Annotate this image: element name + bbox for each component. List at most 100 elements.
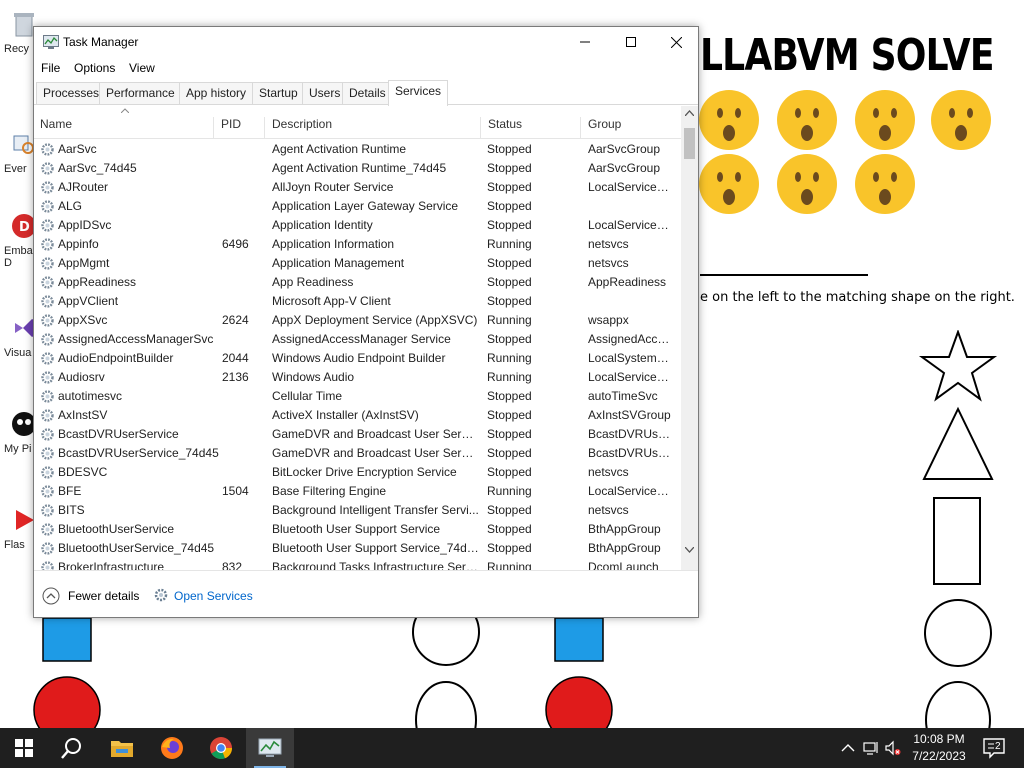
circle-shape[interactable]	[410, 618, 482, 668]
search-button[interactable]	[48, 728, 96, 768]
fewer-details-button[interactable]: Fewer details	[68, 589, 139, 603]
service-description: AppX Deployment Service (AppXSVC)	[272, 313, 478, 327]
service-group: wsappx	[588, 313, 629, 327]
table-row[interactable]: AudioEndpointBuilder 2044 Windows Audio En…	[34, 349, 682, 368]
service-status: Stopped	[487, 180, 532, 194]
windows-logo-icon	[15, 739, 33, 757]
table-row[interactable]: AJRouter AllJoyn Router Service Stopped Loc…	[34, 178, 682, 197]
close-button[interactable]	[653, 27, 699, 57]
tab-startup[interactable]: Startup	[252, 82, 305, 104]
services-gear-icon	[154, 588, 168, 602]
table-row[interactable]: BluetoothUserService Bluetooth User Suppo…	[34, 520, 682, 539]
vertical-scrollbar[interactable]	[681, 106, 698, 570]
service-status: Stopped	[487, 408, 532, 422]
table-row[interactable]: AppXSvc 2624 AppX Deployment Service (AppX…	[34, 311, 682, 330]
start-button[interactable]	[0, 728, 48, 768]
service-gear-icon	[40, 465, 55, 480]
tab-performance[interactable]: Performance	[99, 82, 182, 104]
service-name: BrokerInfrastructure	[58, 560, 165, 570]
service-gear-icon	[40, 484, 55, 499]
table-row[interactable]: BDESVC BitLocker Drive Encryption Service…	[34, 463, 682, 482]
system-clock[interactable]: 10:08 PM 7/22/2023	[906, 731, 972, 765]
table-row[interactable]: BluetoothUserService_74d45 Bluetooth User…	[34, 539, 682, 558]
table-row[interactable]: BFE 1504 Base Filtering Engine Running Local…	[34, 482, 682, 501]
chevron-up-icon[interactable]	[840, 740, 856, 756]
taskbar-task-manager[interactable]	[246, 728, 294, 768]
column-header-description[interactable]: Description	[266, 117, 481, 139]
table-row[interactable]: BcastDVRUserService_74d45 GameDVR and Bro…	[34, 444, 682, 463]
table-row[interactable]: AppIDSvc Application Identity Stopped Local…	[34, 216, 682, 235]
table-row[interactable]: Appinfo 6496 Application Information Runnin…	[34, 235, 682, 254]
table-row[interactable]: AarSvc_74d45 Agent Activation Runtime_74d…	[34, 159, 682, 178]
menu-file[interactable]: File	[41, 61, 60, 75]
service-gear-icon	[40, 560, 55, 570]
scroll-up-icon[interactable]	[685, 110, 694, 116]
table-row[interactable]: BrokerInfrastructure 832 Background Tasks …	[34, 558, 682, 570]
service-group: BthAppGroup	[588, 522, 661, 536]
service-name: AppIDSvc	[58, 218, 112, 232]
network-icon[interactable]	[863, 740, 879, 756]
tab-users[interactable]: Users	[302, 82, 348, 104]
service-group: BcastDVRUser...	[588, 446, 673, 460]
service-name: BDESVC	[58, 465, 108, 479]
taskbar-chrome[interactable]	[197, 728, 245, 768]
service-name: AarSvc	[58, 142, 97, 156]
scroll-down-icon[interactable]	[685, 547, 694, 553]
star-shape	[918, 330, 998, 402]
table-row[interactable]: autotimesvc Cellular Time Stopped autoTimeS…	[34, 387, 682, 406]
service-group: netsvcs	[588, 465, 629, 479]
table-row[interactable]: AppReadiness App Readiness Stopped AppReadi…	[34, 273, 682, 292]
service-description: Windows Audio Endpoint Builder	[272, 351, 446, 365]
tab-processes[interactable]: Processes	[36, 82, 107, 104]
table-row[interactable]: Audiosrv 2136 Windows Audio Running LocalSer…	[34, 368, 682, 387]
service-description: Application Management	[272, 256, 405, 270]
table-row[interactable]: AarSvc Agent Activation Runtime Stopped Aar…	[34, 140, 682, 159]
service-gear-icon	[40, 370, 55, 385]
column-header-group[interactable]: Group	[582, 117, 681, 139]
task-manager-icon	[258, 738, 282, 757]
taskbar-file-explorer[interactable]	[98, 728, 146, 768]
chevron-up-circle-icon[interactable]	[42, 587, 60, 605]
title-bar[interactable]: Task Manager	[34, 27, 698, 58]
column-header-pid[interactable]: PID	[215, 117, 265, 139]
column-header-status[interactable]: Status	[482, 117, 581, 139]
service-group: LocalServiceN...	[588, 484, 673, 498]
red-circle-shape[interactable]	[30, 676, 104, 728]
service-status: Stopped	[487, 275, 532, 289]
minimize-icon	[580, 41, 590, 43]
service-group: autoTimeSvc	[588, 389, 658, 403]
tab-app-history[interactable]: App history	[179, 82, 254, 104]
table-row[interactable]: BITS Background Intelligent Transfer Serv…	[34, 501, 682, 520]
table-row[interactable]: ALG Application Layer Gateway Service Stop…	[34, 197, 682, 216]
red-circle-shape[interactable]	[542, 676, 616, 728]
service-name: BFE	[58, 484, 82, 498]
table-row[interactable]: AppMgmt Application Management Stopped nets…	[34, 254, 682, 273]
service-name: AppMgmt	[58, 256, 110, 270]
table-row[interactable]: AssignedAccessManagerSvc AssignedAccessMa…	[34, 330, 682, 349]
minimize-button[interactable]	[562, 27, 608, 57]
table-row[interactable]: BcastDVRUserService GameDVR and Broadcast…	[34, 425, 682, 444]
scrollbar-thumb[interactable]	[684, 128, 695, 159]
open-services-link[interactable]: Open Services	[174, 589, 253, 603]
maximize-button[interactable]	[608, 27, 654, 57]
tab-details[interactable]: Details	[342, 82, 393, 104]
service-status: Running	[487, 370, 532, 384]
oval-shape[interactable]	[412, 680, 480, 728]
volume-muted-icon[interactable]	[885, 740, 901, 756]
surprised-face-icon	[855, 90, 915, 150]
menu-bar: File Options View	[34, 58, 698, 79]
menu-options[interactable]: Options	[74, 61, 115, 75]
window-title: Task Manager	[63, 35, 139, 49]
taskbar-firefox[interactable]	[148, 728, 196, 768]
service-group: AxInstSVGroup	[588, 408, 671, 422]
column-header-name[interactable]: Name	[34, 117, 214, 139]
service-description: Cellular Time	[272, 389, 343, 403]
blue-square-shape[interactable]	[42, 618, 92, 662]
tab-services[interactable]: Services	[388, 80, 449, 106]
table-row[interactable]: AxInstSV ActiveX Installer (AxInstSV) Stop…	[34, 406, 682, 425]
table-row[interactable]: AppVClient Microsoft App-V Client Stopped	[34, 292, 682, 311]
menu-view[interactable]: View	[129, 61, 155, 75]
service-status: Running	[487, 313, 532, 327]
service-group: AarSvcGroup	[588, 161, 661, 175]
blue-square-shape[interactable]	[554, 618, 604, 662]
